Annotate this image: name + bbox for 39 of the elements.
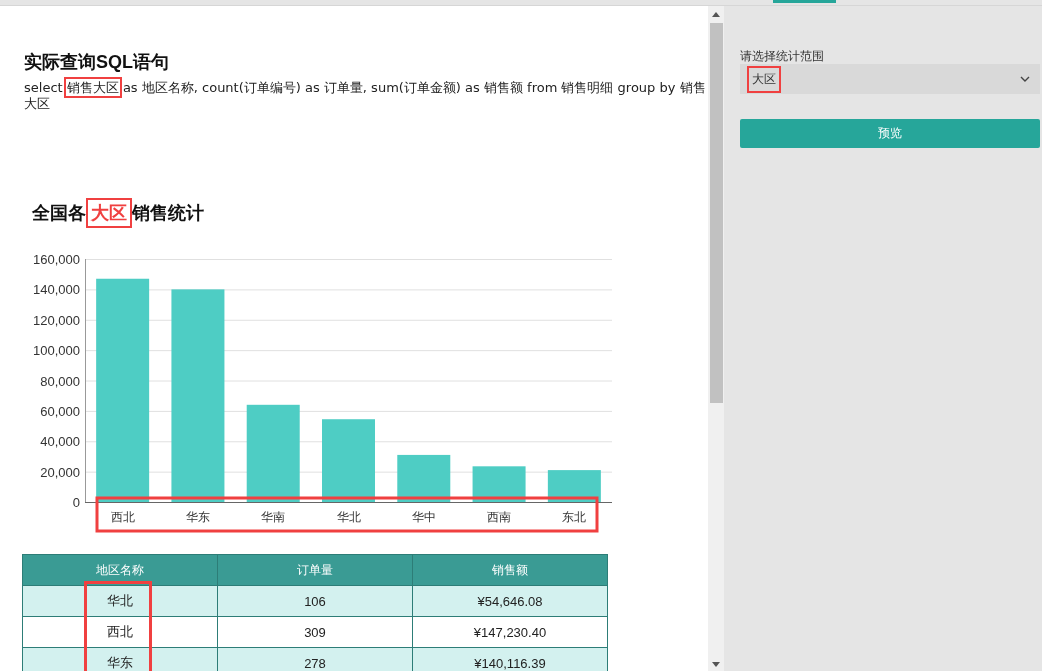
x-axis-label: 西北 bbox=[110, 510, 135, 524]
y-axis-label: 100,000 bbox=[33, 343, 80, 359]
x-axis-label: 华南 bbox=[261, 510, 286, 524]
x-axis-label: 华中 bbox=[411, 510, 436, 524]
table-cell: 278 bbox=[217, 647, 413, 671]
range-dropdown[interactable]: 大区 bbox=[740, 64, 1040, 94]
y-axis-label: 60,000 bbox=[40, 403, 80, 419]
x-axis-label: 华北 bbox=[336, 510, 361, 524]
table-cell: 西北 bbox=[22, 616, 218, 648]
chevron-down-icon bbox=[1020, 76, 1030, 82]
y-axis-label: 140,000 bbox=[33, 282, 80, 298]
column-header: 地区名称 bbox=[22, 554, 218, 586]
bar bbox=[397, 454, 451, 502]
y-axis-label: 40,000 bbox=[40, 434, 80, 450]
y-axis-label: 20,000 bbox=[40, 464, 80, 480]
x-axis-label: 华东 bbox=[185, 510, 210, 524]
field-label: 请选择统计范围 bbox=[740, 48, 825, 64]
table-cell: ¥147,230.40 bbox=[412, 616, 608, 648]
table-cell: 309 bbox=[217, 616, 413, 648]
scrollbar-thumb[interactable] bbox=[709, 23, 723, 403]
active-tab-indicator bbox=[773, 0, 836, 3]
table-cell: 华北 bbox=[22, 585, 218, 617]
column-header: 销售额 bbox=[412, 554, 608, 586]
x-axis-label: 东北 bbox=[562, 510, 587, 524]
scrollbar[interactable] bbox=[708, 6, 724, 671]
sql-query-text: select 销售大区 as 地区名称, count(订单编号) as 订单量, sum(订单金额) as 销售额 from 销售明细 group by 销售大区 bbox=[24, 80, 708, 112]
table-cell: 106 bbox=[217, 585, 413, 617]
bar bbox=[547, 470, 601, 502]
section-title: 实际查询SQL语句 bbox=[24, 51, 170, 74]
table-cell: ¥140,116.39 bbox=[412, 647, 608, 671]
chart-title: 全国各 大区 销售统计 bbox=[32, 201, 708, 225]
column-header: 订单量 bbox=[217, 554, 413, 586]
x-axis-label: 西南 bbox=[487, 510, 512, 524]
y-axis-label: 120,000 bbox=[33, 312, 80, 328]
y-axis-label: 160,000 bbox=[33, 252, 80, 267]
y-axis-label: 80,000 bbox=[40, 373, 80, 389]
bar bbox=[472, 466, 526, 502]
y-axis-label: 0 bbox=[72, 495, 80, 510]
table-cell: ¥54,646.08 bbox=[412, 585, 608, 617]
